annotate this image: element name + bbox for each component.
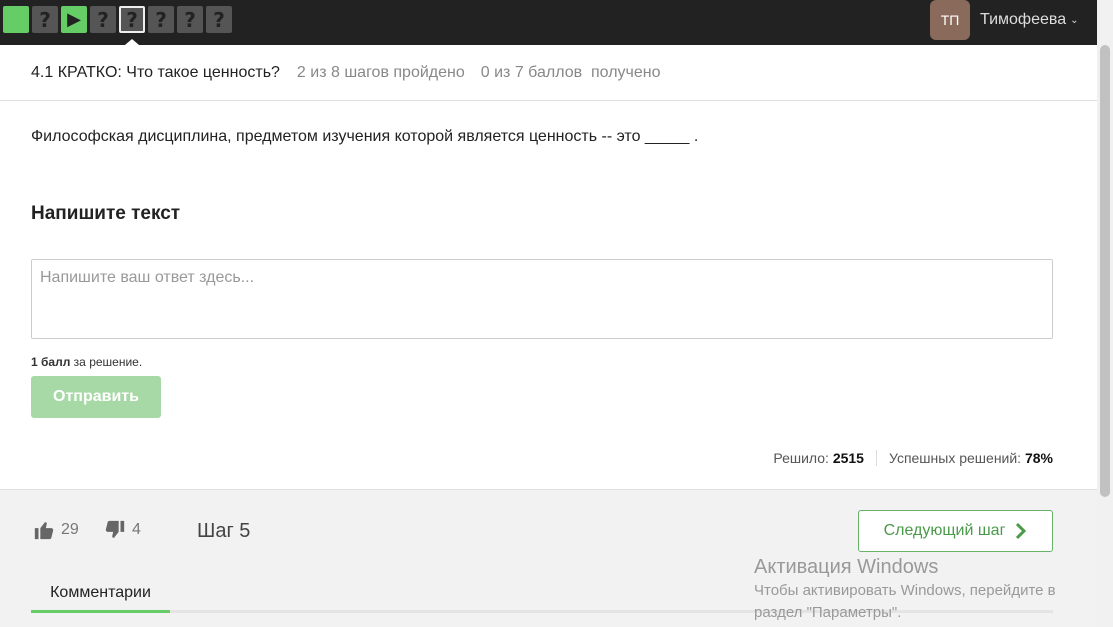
watermark-line-2: раздел "Параметры". (754, 604, 902, 621)
step-8-quiz[interactable]: ? (206, 6, 232, 33)
step-2-quiz[interactable]: ? (32, 6, 58, 33)
windows-activation-watermark: Активация Windows Чтобы активировать Win… (754, 556, 1056, 623)
play-icon: ▶ (67, 9, 81, 30)
step-number: Шаг 5 (197, 520, 251, 542)
chevron-right-icon (1016, 522, 1027, 540)
answer-input[interactable] (31, 259, 1053, 339)
dislike-button[interactable]: 4 (104, 519, 141, 541)
next-step-button[interactable]: Следующий шаг (858, 510, 1053, 552)
solution-stats: Решило: 2515 Успешных решений: 78% (773, 450, 1053, 466)
lesson-title[interactable]: 4.1 КРАТКО: Что такое ценность? (31, 64, 280, 82)
stats-divider (875, 450, 877, 466)
solved-count: 2515 (832, 450, 864, 466)
like-count: 29 (61, 521, 79, 538)
watermark-title: Активация Windows (754, 556, 939, 578)
step-5-quiz-active[interactable]: ? (119, 6, 145, 33)
success-label: Успешных решений: (888, 450, 1025, 466)
like-button[interactable]: 29 (33, 519, 79, 541)
step-1-done[interactable] (3, 6, 29, 33)
avatar[interactable]: ТП (930, 0, 970, 40)
points-suffix: за решение. (70, 355, 143, 369)
submit-button[interactable]: Отправить (31, 376, 161, 418)
user-menu[interactable]: Тимофеева ⌄ (980, 11, 1078, 29)
lesson-header: 4.1 КРАТКО: Что такое ценность? 2 из 8 ш… (0, 45, 1097, 101)
dislike-count: 4 (132, 521, 141, 538)
top-navigation-bar: ? ▶ ? ? ? ? ? ТП Тимофеева ⌄ (0, 0, 1113, 45)
watermark-line-1: Чтобы активировать Windows, перейдите в (754, 582, 1056, 599)
lesson-score: 0 из 7 баллов получено (480, 63, 661, 81)
thumbs-up-icon (34, 522, 54, 540)
solved-label: Решило: (773, 450, 833, 466)
scrollbar-thumb[interactable] (1100, 45, 1110, 497)
step-6-quiz[interactable]: ? (148, 6, 174, 33)
tab-comments[interactable]: Комментарии (31, 580, 170, 613)
chevron-down-icon: ⌄ (1070, 14, 1079, 26)
thumbs-down-icon (105, 520, 125, 538)
next-step-label: Следующий шаг (883, 522, 1006, 539)
lesson-progress: 2 из 8 шагов пройдено (296, 63, 465, 81)
points-value: 1 балл (31, 355, 71, 369)
answer-section-title: Напишите текст (31, 203, 181, 224)
question-text: Философская дисциплина, предметом изучен… (31, 128, 699, 145)
points-info: 1 балл за решение. (31, 355, 142, 369)
step-4-quiz[interactable]: ? (90, 6, 116, 33)
username-label: Тимофеева (980, 11, 1067, 28)
step-navigation: ? ▶ ? ? ? ? ? (3, 6, 232, 33)
step-7-quiz[interactable]: ? (177, 6, 203, 33)
step-3-video[interactable]: ▶ (61, 6, 87, 33)
success-rate: 78% (1024, 450, 1053, 466)
